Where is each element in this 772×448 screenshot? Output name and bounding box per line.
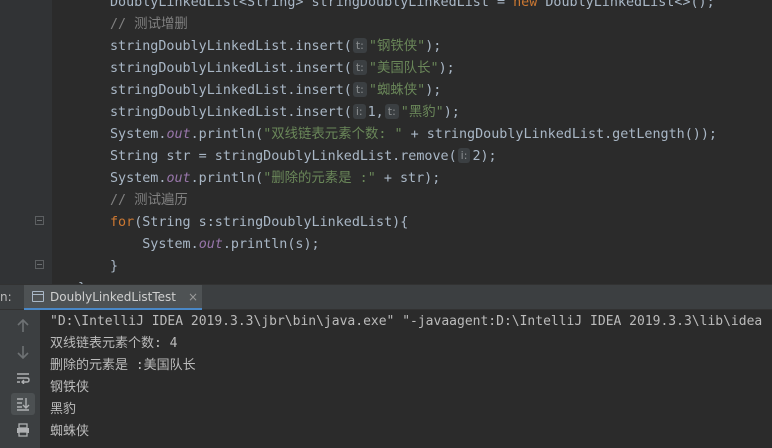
console-line: 黑豹 xyxy=(50,402,77,417)
code-token: + stringDoublyLinkedList.getLength()); xyxy=(402,127,717,142)
code-token: "钢铁侠" xyxy=(368,39,426,54)
code-token: "删除的元素是 :" xyxy=(263,171,376,186)
code-line: stringDoublyLinkedList.insert(i: 1, t: "黑豹"… xyxy=(110,102,460,124)
parameter-hint: t: xyxy=(384,104,399,119)
code-token: "黑豹" xyxy=(400,105,444,120)
code-token: String str = stringDoublyLinkedList.remo… xyxy=(110,149,457,164)
console-line: 钢铁侠 xyxy=(50,380,90,395)
code-token: // 测试增删 xyxy=(110,17,188,32)
code-token: "蜘蛛侠" xyxy=(368,83,426,98)
code-line: System.out.println(s); xyxy=(110,234,320,256)
parameter-hint: t: xyxy=(352,82,367,97)
code-token: DoublyLinkedList<String> stringDoublyLin… xyxy=(110,0,514,10)
parameter-hint: t: xyxy=(352,38,367,53)
parameter-hint: i: xyxy=(352,104,366,119)
code-token: System. xyxy=(110,127,167,142)
code-token: stringDoublyLinkedList.insert( xyxy=(110,61,352,76)
run-label: n: xyxy=(0,290,12,304)
code-token: System. xyxy=(110,237,199,252)
tab-title: DoublyLinkedListTest xyxy=(50,290,176,304)
code-token: 1, xyxy=(367,105,384,120)
console-line: 双线链表元素个数: 4 xyxy=(50,336,178,351)
code-token: "美国队长" xyxy=(368,61,439,76)
code-token: out xyxy=(198,237,223,252)
code-line: stringDoublyLinkedList.insert(t: "钢铁侠"); xyxy=(110,36,441,58)
code-token: out xyxy=(166,127,191,142)
code-token: DoublyLinkedList<>(); xyxy=(537,0,715,10)
code-line: stringDoublyLinkedList.insert(t: "美国队长"); xyxy=(110,58,455,80)
console-line: 删除的元素是 :美国队长 xyxy=(50,358,196,373)
code-token: .println(s); xyxy=(222,237,320,252)
editor-gutter xyxy=(0,0,52,284)
code-token: ); xyxy=(425,39,442,54)
code-line: System.out.println("双线链表元素个数: " + string… xyxy=(110,124,717,146)
tab-doublylinkedlisttest[interactable]: DoublyLinkedListTest × xyxy=(24,285,202,310)
code-token: stringDoublyLinkedList.insert( xyxy=(110,39,352,54)
code-line: // 测试增删 xyxy=(110,14,188,36)
code-token: ); xyxy=(443,105,460,120)
soft-wrap-icon[interactable] xyxy=(11,367,35,389)
code-token: out xyxy=(166,171,191,186)
code-token: .println( xyxy=(190,171,264,186)
code-line: String str = stringDoublyLinkedList.remo… xyxy=(110,146,497,168)
code-token: ); xyxy=(425,83,442,98)
up-arrow-icon[interactable] xyxy=(11,315,35,337)
code-token: ); xyxy=(438,61,455,76)
code-token: // 测试遍历 xyxy=(110,193,188,208)
close-icon[interactable]: × xyxy=(188,285,198,309)
code-token: "双线链表元素个数: " xyxy=(263,127,403,142)
code-line: stringDoublyLinkedList.insert(t: "蜘蛛侠"); xyxy=(110,80,441,102)
run-tool-window-header: n: DoublyLinkedListTest × xyxy=(0,284,772,310)
code-token: .println( xyxy=(190,127,264,142)
code-line: // 测试遍历 xyxy=(110,190,188,212)
scroll-to-end-icon[interactable] xyxy=(11,393,35,415)
fold-marker-icon[interactable] xyxy=(35,260,44,269)
code-line: System.out.println("删除的元素是 :" + str); xyxy=(110,168,440,190)
console-toolbar xyxy=(0,310,40,448)
console-tab-icon xyxy=(32,291,44,302)
parameter-hint: i: xyxy=(457,148,471,163)
console-line: "D:\IntelliJ IDEA 2019.3.3\jbr\bin\java.… xyxy=(50,314,763,329)
code-token: } xyxy=(110,259,119,274)
console-line: 蜘蛛侠 xyxy=(50,424,90,439)
code-token: stringDoublyLinkedList.insert( xyxy=(110,83,352,98)
code-token: 2); xyxy=(472,149,497,164)
code-line: DoublyLinkedList<String> stringDoublyLin… xyxy=(110,0,715,14)
down-arrow-icon[interactable] xyxy=(11,341,35,363)
code-token: (String s:stringDoublyLinkedList){ xyxy=(134,215,409,230)
code-token: for xyxy=(110,215,135,230)
code-line: for(String s:stringDoublyLinkedList){ xyxy=(110,212,408,234)
code-token: System. xyxy=(110,171,167,186)
code-line: } xyxy=(110,256,118,278)
console-output[interactable]: "D:\IntelliJ IDEA 2019.3.3\jbr\bin\java.… xyxy=(40,310,772,448)
code-token: + str); xyxy=(375,171,441,186)
print-icon[interactable] xyxy=(11,419,35,441)
code-token: new xyxy=(513,0,538,10)
code-editor[interactable]: DoublyLinkedList<String> stringDoublyLin… xyxy=(0,0,772,284)
parameter-hint: t: xyxy=(352,60,367,75)
code-token: stringDoublyLinkedList.insert( xyxy=(110,105,352,120)
fold-marker-icon[interactable] xyxy=(35,216,44,225)
